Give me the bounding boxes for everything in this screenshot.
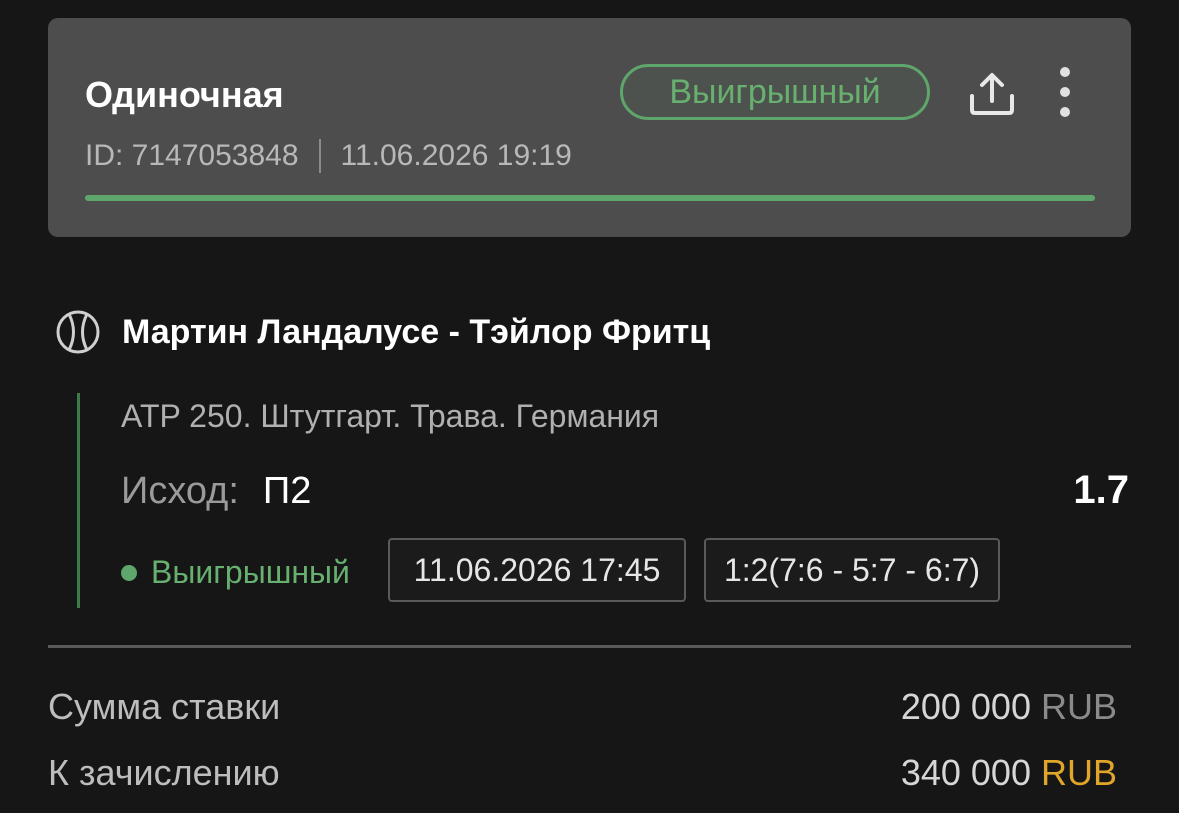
- bet-leg-indicator: [77, 393, 80, 608]
- payout-amount: 340 000: [900, 752, 1031, 793]
- summary-divider: [48, 645, 1131, 648]
- more-options-button[interactable]: [1050, 66, 1080, 122]
- event-start-time-chip: 11.06.2026 17:45: [388, 538, 686, 602]
- stake-amount: 200 000: [900, 686, 1031, 727]
- leg-status-text: Выигрышный: [151, 554, 350, 590]
- bet-progress-bar: [85, 195, 1095, 201]
- payout-label: К зачислению: [48, 752, 280, 793]
- bet-meta: ID: 7147053848 11.06.2026 19:19: [85, 139, 572, 173]
- stake-label: Сумма ставки: [48, 686, 281, 727]
- more-vertical-icon: [1060, 67, 1070, 117]
- share-icon: [970, 73, 1014, 115]
- stake-row: Сумма ставки 200 000 RUB: [48, 686, 1117, 728]
- bet-header-card: Одиночная Выигрышный ID: 7147053848 11.0…: [48, 18, 1131, 237]
- outcome-row: Исход: П2: [121, 470, 311, 513]
- bet-datetime: 11.06.2026 19:19: [340, 139, 572, 172]
- event-header: Мартин Ландалусе - Тэйлор Фритц: [54, 308, 710, 356]
- bet-type-title: Одиночная: [85, 74, 284, 115]
- meta-separator: [318, 139, 321, 173]
- status-dot-icon: [121, 564, 137, 581]
- share-button[interactable]: [966, 68, 1018, 120]
- tournament-name: ATP 250. Штутгарт. Трава. Германия: [121, 398, 660, 434]
- payout-row: К зачислению 340 000 RUB: [48, 752, 1117, 794]
- stake-currency: RUB: [1040, 686, 1117, 727]
- bet-id: ID: 7147053848: [85, 139, 299, 172]
- stake-amount-wrap: 200 000 RUB: [901, 686, 1117, 728]
- event-score-chip: 1:2(7:6 - 5:7 - 6:7): [704, 538, 1000, 602]
- bet-status-badge: Выигрышный: [620, 64, 930, 120]
- tennis-ball-icon: [56, 310, 100, 354]
- bet-details-page: Одиночная Выигрышный ID: 7147053848 11.0…: [0, 0, 1179, 813]
- leg-status: Выигрышный: [121, 554, 350, 591]
- outcome-value: П2: [262, 470, 312, 512]
- payout-currency: RUB: [1040, 752, 1117, 793]
- event-name[interactable]: Мартин Ландалусе - Тэйлор Фритц: [122, 313, 710, 352]
- outcome-label: Исход:: [121, 470, 239, 512]
- odds-value: 1.7: [1073, 468, 1129, 512]
- payout-amount-wrap: 340 000 RUB: [901, 752, 1117, 794]
